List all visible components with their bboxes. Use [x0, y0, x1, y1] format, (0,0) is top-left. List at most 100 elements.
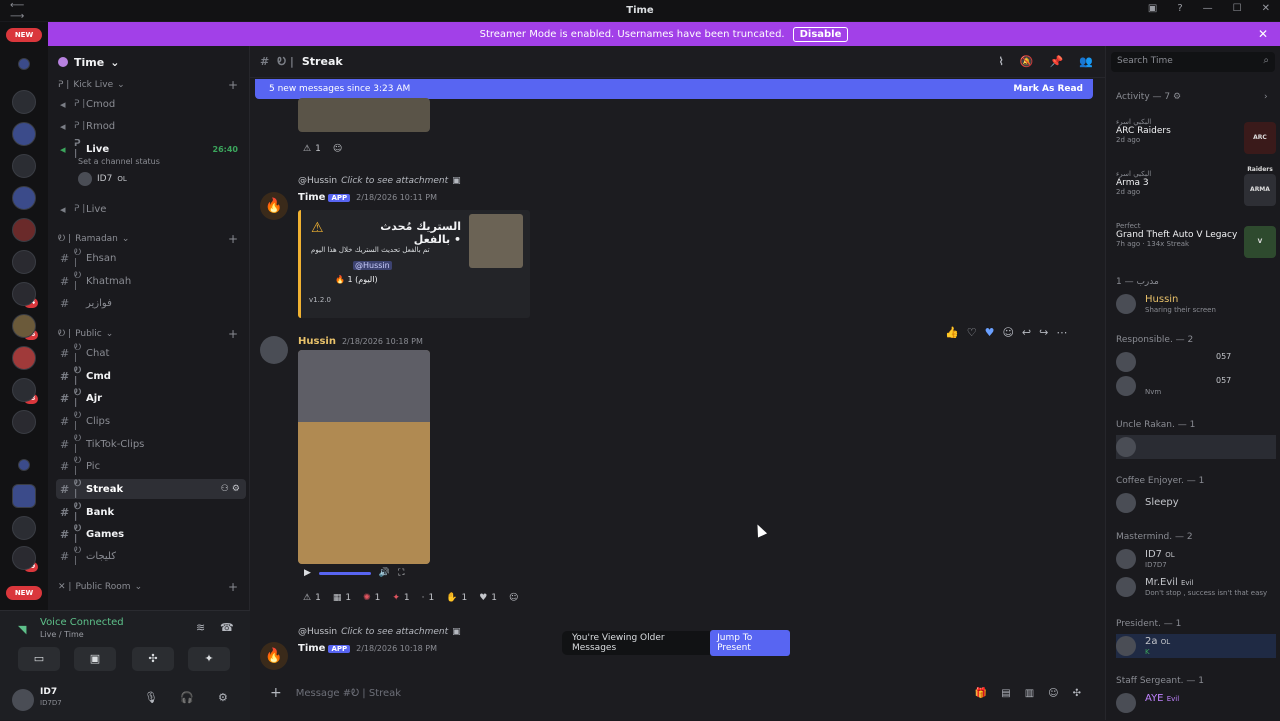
reaction-3[interactable]: ✺ 1: [360, 590, 383, 606]
channel-kaleejat[interactable]: # Ꭷ | كليجات: [56, 546, 246, 566]
add-channel-icon[interactable]: +: [228, 580, 238, 594]
channel-clips[interactable]: # Ꭷ | Clips: [56, 411, 246, 431]
fullscreen-icon[interactable]: ⛶: [398, 568, 404, 578]
channel-khatmah[interactable]: # Ꭷ | Khatmah: [56, 271, 246, 291]
member-item[interactable]: 057 Nvm: [1116, 374, 1276, 398]
channel-settings-icon[interactable]: ⚇ ⚙: [221, 484, 240, 494]
member-item[interactable]: [1116, 435, 1276, 459]
member-item[interactable]: Hussin Sharing their screen: [1116, 292, 1276, 316]
avatar[interactable]: [12, 689, 34, 711]
close-window-icon[interactable]: ✕: [1262, 3, 1270, 14]
apps-icon[interactable]: ✣: [1073, 688, 1081, 699]
emoji-icon[interactable]: ☺: [1048, 688, 1058, 699]
volume-icon[interactable]: 🔊: [379, 568, 390, 578]
channel-rmod[interactable]: ◂ ᕈ | Rmod: [56, 116, 246, 136]
embed-mention[interactable]: @Hussin: [353, 261, 392, 270]
category-ramadan[interactable]: Ꭷ | Ramadan ⌄ +: [58, 232, 238, 246]
activities-button[interactable]: ✣: [132, 647, 174, 671]
blue-heart-icon[interactable]: ♥: [985, 326, 995, 339]
server-icon[interactable]: [12, 484, 36, 508]
forward-icon[interactable]: ↪: [1039, 326, 1048, 339]
server-icon[interactable]: [12, 516, 36, 540]
category-kick-live[interactable]: ᕈ | Kick Live ⌄ +: [58, 78, 238, 92]
add-channel-icon[interactable]: +: [228, 78, 238, 92]
channel-live-2[interactable]: ◂ ᕈ | Live: [56, 199, 246, 219]
reaction-1[interactable]: ⚠ 1: [300, 590, 324, 606]
server-icon[interactable]: [12, 346, 36, 370]
server-icon[interactable]: [12, 154, 36, 178]
avatar[interactable]: [260, 336, 288, 364]
server-icon[interactable]: [12, 378, 36, 402]
new-messages-bar[interactable]: 5 new messages since 3:23 AM Mark As Rea…: [255, 79, 1093, 99]
channel-fawazeer[interactable]: # فوازير: [56, 293, 246, 313]
screen-share-button[interactable]: ▣: [74, 647, 116, 671]
author-name[interactable]: Time: [298, 192, 325, 203]
member-item[interactable]: ID7 OL ID7D7: [1116, 547, 1276, 571]
reaction-4[interactable]: ✦ 1: [389, 590, 412, 606]
gift-icon[interactable]: 🎁: [975, 688, 987, 699]
channel-pic[interactable]: # Ꭷ | Pic: [56, 456, 246, 476]
reply-reference[interactable]: @Hussin Click to see attachment ▣: [298, 176, 461, 186]
member-item[interactable]: 057: [1116, 350, 1276, 374]
add-channel-icon[interactable]: +: [228, 232, 238, 246]
folder-icon[interactable]: [18, 459, 30, 471]
headphones-icon[interactable]: 🎧: [180, 691, 194, 704]
sticker-icon[interactable]: ▥: [1025, 688, 1034, 699]
channel-games[interactable]: # Ꭷ | Games: [56, 524, 246, 544]
message-composer[interactable]: + Message #Ꭷ | Streak 🎁 ▤ ▥ ☺ ✣: [250, 678, 1095, 708]
server-icon[interactable]: [12, 218, 36, 242]
camera-button[interactable]: ▭: [18, 647, 60, 671]
embed-thumbnail[interactable]: [469, 214, 523, 268]
channel-live[interactable]: ◂ ᕈ | Live 26:40: [56, 139, 246, 159]
video-attachment[interactable]: [298, 350, 430, 564]
reply-icon[interactable]: ↩: [1022, 326, 1031, 339]
reaction-warning[interactable]: ⚠ 1: [300, 141, 324, 157]
author-name[interactable]: Hussin: [298, 336, 336, 347]
channel-cmod[interactable]: ◂ ᕈ | Cmod: [56, 94, 246, 114]
help-icon[interactable]: ?: [1177, 3, 1182, 14]
threads-icon[interactable]: ⌇: [999, 55, 1004, 68]
activity-card[interactable]: البكبي اسرء Arma 3 2d ago ARMA: [1116, 170, 1276, 214]
thumbs-up-icon[interactable]: 👍: [945, 326, 959, 339]
video-progress[interactable]: [318, 571, 371, 575]
add-reaction-icon[interactable]: ☺: [1002, 326, 1013, 339]
pin-icon[interactable]: 📌: [1050, 55, 1064, 68]
server-icon[interactable]: [12, 410, 36, 434]
server-icon[interactable]: [12, 122, 36, 146]
server-icon[interactable]: [12, 186, 36, 210]
bot-avatar[interactable]: 🔥: [260, 642, 288, 670]
members-icon[interactable]: 👥: [1079, 55, 1093, 68]
set-channel-status[interactable]: Set a channel status: [78, 157, 160, 166]
activity-card[interactable]: البكبي اسرء ARC Raiders 2d ago ARC Raide…: [1116, 118, 1276, 173]
server-icon[interactable]: [12, 282, 36, 306]
author-name[interactable]: Time: [298, 643, 325, 654]
category-public-room[interactable]: ✕ | Public Room ⌄ +: [58, 580, 238, 594]
play-icon[interactable]: ▶: [304, 568, 311, 578]
more-icon[interactable]: ⋯: [1056, 326, 1067, 339]
member-item[interactable]: Mr.Evil Evil Don't stop , success isn't …: [1116, 575, 1276, 599]
noise-suppression-icon[interactable]: ≋: [196, 621, 205, 634]
channel-ehsan[interactable]: # Ꭷ | Ehsan: [56, 248, 246, 268]
add-attachment-icon[interactable]: +: [270, 685, 282, 701]
reaction-2[interactable]: ▦ 1: [330, 590, 354, 606]
category-public[interactable]: Ꭷ | Public ⌄ +: [58, 327, 238, 341]
minimize-icon[interactable]: —: [1203, 3, 1213, 14]
heart-icon[interactable]: ♡: [967, 326, 977, 339]
maximize-icon[interactable]: ☐: [1233, 3, 1242, 14]
settings-icon[interactable]: ⚙: [218, 691, 228, 704]
member-item[interactable]: Sleepy: [1116, 491, 1276, 515]
attachment-image[interactable]: [298, 98, 430, 132]
inbox-icon[interactable]: ▣: [1148, 3, 1157, 14]
voice-member[interactable]: ID7 OL: [78, 172, 127, 186]
channel-bank[interactable]: # Ꭷ | Bank: [56, 502, 246, 522]
close-icon[interactable]: ✕: [1258, 27, 1268, 41]
gif-icon[interactable]: ▤: [1001, 688, 1010, 699]
channel-streak[interactable]: # Ꭷ | Streak ⚇ ⚙: [56, 479, 246, 499]
reaction-6[interactable]: ✋ 1: [443, 590, 470, 606]
reaction-7[interactable]: ♥ 1: [476, 590, 500, 606]
activity-header[interactable]: Activity — 7 ⚙ ›: [1116, 92, 1268, 102]
jump-to-present-button[interactable]: Jump To Present: [710, 630, 790, 656]
reply-reference[interactable]: @Hussin Click to see attachment ▣: [298, 627, 461, 637]
add-reaction-icon[interactable]: ☺: [330, 141, 345, 157]
add-reaction-icon[interactable]: ☺: [506, 590, 521, 606]
